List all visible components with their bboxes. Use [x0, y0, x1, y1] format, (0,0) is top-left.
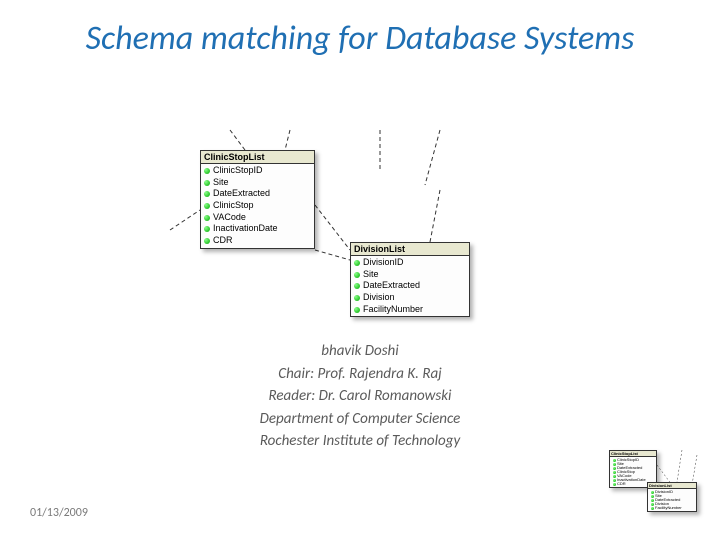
field-row: FacilityNumber	[354, 304, 466, 316]
field-icon	[204, 203, 210, 209]
thumb-table-division: DivisionList DivisionID Site DateExtract…	[647, 482, 697, 512]
field-label: ClinicStopID	[213, 165, 263, 177]
chair-line: Chair: Prof. Rajendra K. Raj	[0, 363, 720, 386]
field-row: Division	[354, 292, 466, 304]
reader-line: Reader: Dr. Carol Romanowski	[0, 385, 720, 408]
dept-line: Department of Computer Science	[0, 408, 720, 431]
field-label: Site	[363, 269, 379, 281]
field-icon	[204, 191, 210, 197]
field-row: Site	[354, 269, 466, 281]
field-label: ClinicStop	[213, 200, 254, 212]
field-icon	[204, 180, 210, 186]
field-icon	[354, 283, 360, 289]
field-row: DateExtracted	[354, 280, 466, 292]
table-divisionlist: DivisionList DivisionID Site DateExtract…	[350, 242, 470, 317]
table-clinicstoplist: ClinicStopList ClinicStopID Site DateExt…	[200, 150, 315, 249]
field-icon	[354, 295, 360, 301]
field-row: InactivationDate	[204, 223, 311, 235]
field-icon	[204, 226, 210, 232]
field-row: DateExtracted	[204, 188, 311, 200]
slide-title: Schema matching for Database Systems	[0, 20, 720, 57]
field-icon	[204, 168, 210, 174]
credits-block: bhavik Doshi Chair: Prof. Rajendra K. Ra…	[0, 340, 720, 453]
field-label: InactivationDate	[213, 223, 278, 235]
field-row: CDR	[204, 235, 311, 247]
author-name: bhavik Doshi	[0, 340, 720, 363]
field-icon	[354, 272, 360, 278]
field-row: ClinicStopID	[204, 165, 311, 177]
field-label: Division	[363, 292, 395, 304]
field-row: VACode	[204, 212, 311, 224]
field-label: Site	[213, 177, 229, 189]
table-header: DivisionList	[351, 243, 469, 256]
field-row: DivisionID	[354, 257, 466, 269]
field-label: CDR	[213, 235, 233, 247]
field-icon	[204, 215, 210, 221]
field-row: Site	[204, 177, 311, 189]
diagram-thumbnail: ClinicStopList ClinicStopID Site DateExt…	[607, 450, 702, 510]
field-icon	[204, 238, 210, 244]
field-label: VACode	[213, 212, 246, 224]
field-icon	[354, 260, 360, 266]
schema-diagram: ClinicStopList ClinicStopID Site DateExt…	[170, 130, 550, 320]
field-icon	[354, 307, 360, 313]
field-label: DateExtracted	[213, 188, 270, 200]
field-label: DivisionID	[363, 257, 404, 269]
table-header: ClinicStopList	[201, 151, 314, 164]
field-label: FacilityNumber	[363, 304, 423, 316]
slide-date: 01/13/2009	[30, 506, 88, 520]
field-label: DateExtracted	[363, 280, 420, 292]
field-row: ClinicStop	[204, 200, 311, 212]
